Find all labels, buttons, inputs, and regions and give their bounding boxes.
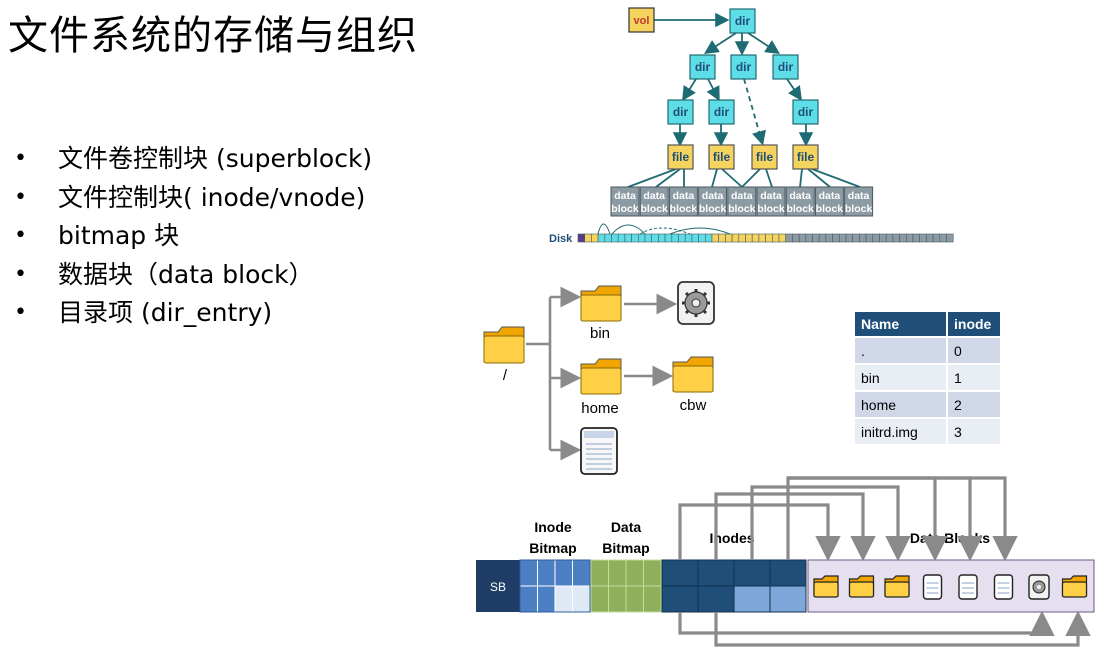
disk-label: Disk [549, 233, 573, 245]
table-cell: . [855, 336, 948, 363]
table-row: home 2 [855, 390, 1000, 417]
data-block: datablock [698, 186, 728, 217]
dir-node: dir [708, 99, 735, 125]
table-cell: 1 [948, 363, 1000, 390]
svg-text:vol: vol [634, 15, 650, 27]
data-block: datablock [727, 186, 757, 217]
dir-entry-table: Name inode .0 bin 1 home 2 initrd.img 3 [855, 312, 1000, 444]
inode-bitmap-label: Bitmap [529, 540, 576, 556]
svg-text:block: block [728, 203, 756, 215]
table-cell: bin [855, 363, 948, 390]
dir-node: dir [730, 54, 757, 80]
file-node: file [708, 144, 735, 170]
table-cell: home [855, 390, 948, 417]
data-block: datablock [814, 186, 844, 217]
inode-bitmap [519, 559, 591, 613]
file-node: file [667, 144, 694, 170]
table-row: bin 1 [855, 363, 1000, 390]
bin-label: bin [590, 325, 610, 342]
svg-text:block: block [611, 203, 639, 215]
notepad-icon [993, 574, 1014, 600]
data-block: datablock [610, 186, 640, 217]
table-cell: initrd.img [855, 417, 948, 444]
inodes-region [661, 559, 807, 613]
svg-text:dir: dir [736, 60, 752, 74]
table-cell: 2 [948, 390, 1000, 417]
svg-text:dir: dir [714, 105, 730, 119]
svg-text:file: file [672, 150, 690, 164]
folder-icon [848, 575, 875, 598]
folder-icon [884, 575, 910, 598]
dir-node: dir [729, 8, 756, 34]
folder-icon [672, 356, 714, 393]
svg-text:file: file [797, 150, 815, 164]
data-block-row: datablockdatablockdatablockdatablockdata… [610, 186, 874, 217]
dir-node: dir [772, 54, 799, 80]
data-bitmap-label: Bitmap [602, 540, 649, 556]
svg-text:block: block [786, 203, 814, 215]
svg-text:dir: dir [798, 105, 814, 119]
svg-text:data: data [819, 190, 841, 202]
svg-text:block: block [699, 203, 727, 215]
data-blocks-label: Data Blocks [910, 530, 990, 546]
svg-text:block: block [845, 203, 873, 215]
svg-text:dir: dir [778, 60, 794, 74]
notepad-icon [922, 574, 943, 600]
dir-node: dir [792, 99, 819, 125]
dir-node: dir [689, 54, 716, 80]
sb-label: SB [490, 580, 506, 594]
dir-node: dir [667, 99, 694, 125]
vol-node: vol [628, 7, 655, 33]
disk-strip [577, 233, 954, 243]
root-label: / [503, 367, 508, 384]
notepad-icon [580, 427, 618, 475]
svg-text:data: data [789, 190, 811, 202]
svg-text:dir: dir [673, 105, 689, 119]
svg-text:data: data [731, 190, 753, 202]
svg-text:data: data [673, 190, 695, 202]
folder-icon [580, 358, 622, 395]
svg-text:data: data [702, 190, 724, 202]
table-cell: 3 [948, 417, 1000, 444]
file-node: file [792, 144, 819, 170]
table-header: inode [948, 312, 1000, 336]
svg-text:file: file [756, 150, 774, 164]
table-header: Name [855, 312, 948, 336]
folder-icon [483, 326, 525, 364]
data-block: datablock [668, 186, 698, 217]
table-row: initrd.img 3 [855, 417, 1000, 444]
svg-text:data: data [643, 190, 665, 202]
data-block: datablock [756, 186, 786, 217]
data-block: datablock [785, 186, 815, 217]
home-label: home [581, 400, 619, 417]
svg-text:block: block [757, 203, 785, 215]
folder-icon [1061, 575, 1088, 598]
inode-bitmap-label: Inode [534, 519, 572, 535]
data-bitmap-label: Data [611, 519, 642, 535]
gear-icon [1028, 574, 1050, 600]
gear-icon [677, 281, 715, 325]
notepad-icon [958, 574, 978, 600]
svg-text:file: file [713, 150, 731, 164]
svg-text:dir: dir [695, 60, 711, 74]
file-node: file [751, 144, 778, 170]
data-block: datablock [844, 186, 874, 217]
svg-text:data: data [848, 190, 870, 202]
svg-text:data: data [614, 190, 636, 202]
table-row: .0 [855, 336, 1000, 363]
svg-text:block: block [816, 203, 844, 215]
svg-text:data: data [760, 190, 782, 202]
svg-text:block: block [670, 203, 698, 215]
table-cell: 0 [948, 336, 1000, 363]
svg-text:dir: dir [735, 14, 751, 28]
folder-icon [813, 575, 839, 598]
folder-icon [580, 285, 622, 322]
data-block: datablock [639, 186, 669, 217]
data-bitmap [590, 559, 662, 613]
cbw-label: cbw [680, 397, 707, 414]
svg-text:block: block [640, 203, 668, 215]
